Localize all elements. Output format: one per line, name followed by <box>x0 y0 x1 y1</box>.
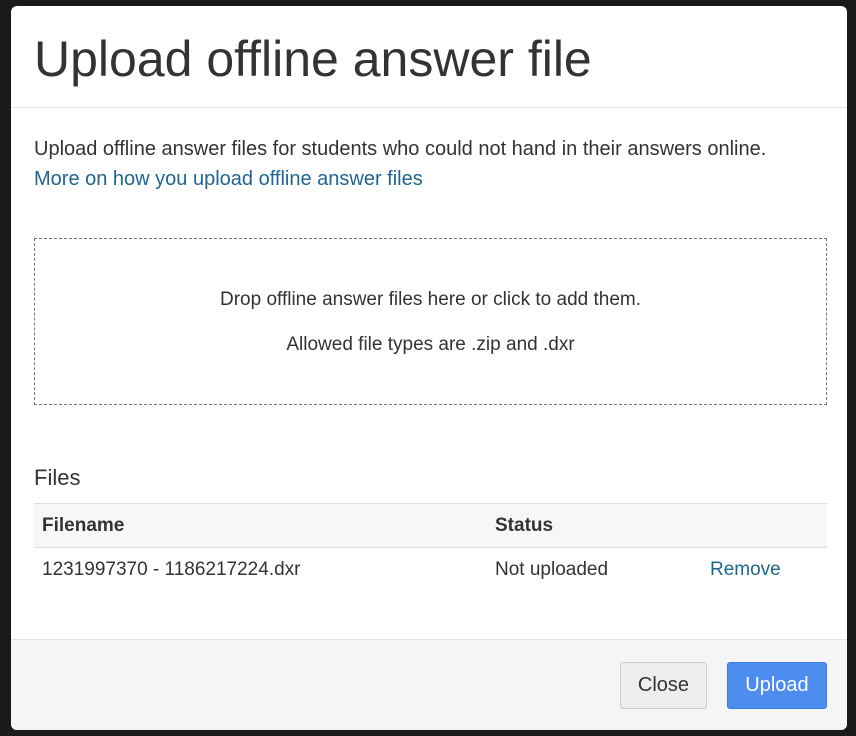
file-action-cell: Remove <box>702 548 827 593</box>
table-row: 1231997370 - 1186217224.dxr Not uploaded… <box>34 548 827 593</box>
upload-dialog: Upload offline answer file Upload offlin… <box>11 6 847 730</box>
file-status-cell: Not uploaded <box>495 559 609 580</box>
upload-button[interactable]: Upload <box>727 662 827 709</box>
table-header-row: Filename Status <box>34 503 827 548</box>
close-button[interactable]: Close <box>620 662 707 709</box>
column-header-status: Status <box>487 503 702 548</box>
intro-text: Upload offline answer files for students… <box>34 138 767 160</box>
dropzone-instruction: Drop offline answer files here or click … <box>219 289 641 310</box>
column-header-action <box>702 503 827 548</box>
column-header-filename: Filename <box>34 503 487 548</box>
file-name-cell: 1231997370 - 1186217224.dxr <box>42 559 301 580</box>
remove-file-link[interactable]: Remove <box>710 559 781 580</box>
file-dropzone[interactable]: Drop offline answer files here or click … <box>34 238 827 405</box>
dialog-title: Upload offline answer file <box>34 31 592 87</box>
dialog-header: Upload offline answer file <box>11 6 847 108</box>
dropzone-allowed-types: Allowed file types are .zip and .dxr <box>286 334 575 355</box>
files-table: Filename Status 1231997370 - 1186217224.… <box>34 503 827 592</box>
dialog-footer: Close Upload <box>11 639 847 730</box>
files-heading: Files <box>34 465 81 490</box>
help-link[interactable]: More on how you upload offline answer fi… <box>34 168 423 191</box>
